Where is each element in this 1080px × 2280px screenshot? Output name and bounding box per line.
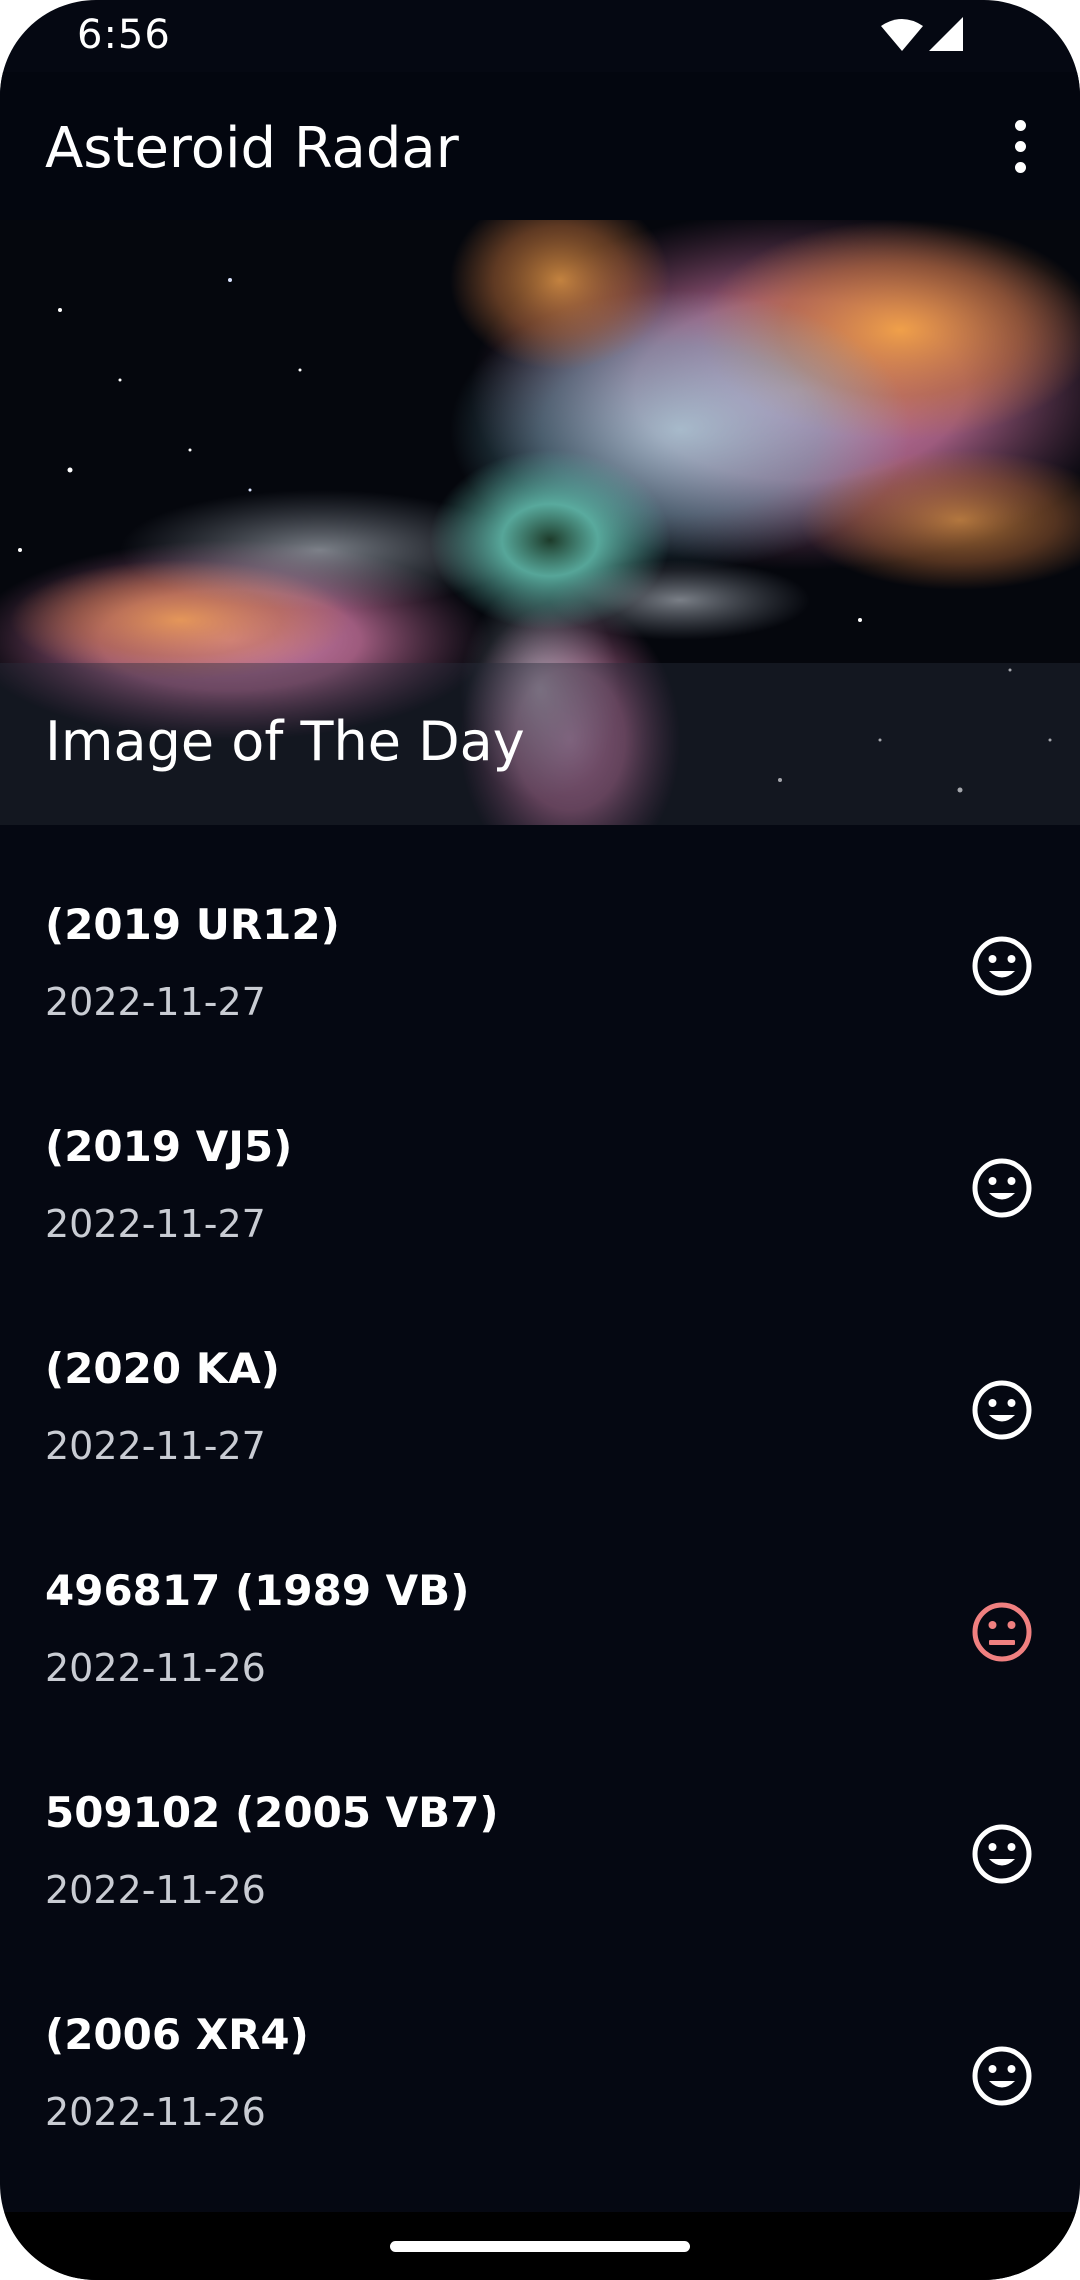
app-title: Asteroid Radar (45, 116, 459, 181)
more-vert-icon[interactable] (990, 112, 1050, 180)
asteroid-name: (2019 VJ5) (45, 1122, 293, 1171)
asteroid-list[interactable]: (2019 UR12) 2022-11-27 (2019 VJ5) 2022-1… (0, 850, 1080, 2182)
asteroid-close-approach-date: 2022-11-26 (45, 1646, 266, 1690)
asteroid-list-item[interactable]: (2006 XR4) 2022-11-26 (0, 1960, 1080, 2182)
asteroid-name: (2019 UR12) (45, 900, 340, 949)
signal-icon (929, 17, 963, 51)
status-bar: 6:56 (0, 0, 1080, 72)
happy-face-icon (972, 936, 1032, 996)
asteroid-name: 509102 (2005 VB7) (45, 1788, 499, 1837)
device-screen: 6:56 Asteroid Radar Image of The Day (20… (0, 0, 1080, 2280)
happy-face-icon (972, 1158, 1032, 1218)
asteroid-close-approach-date: 2022-11-26 (45, 2090, 266, 2134)
neutral-face-icon (972, 1602, 1032, 1662)
asteroid-name: 496817 (1989 VB) (45, 1566, 470, 1615)
happy-face-icon (972, 1380, 1032, 1440)
home-indicator[interactable] (390, 2241, 690, 2252)
asteroid-close-approach-date: 2022-11-26 (45, 1868, 266, 1912)
asteroid-name: (2020 KA) (45, 1344, 280, 1393)
asteroid-list-item[interactable]: (2019 VJ5) 2022-11-27 (0, 1072, 1080, 1294)
asteroid-list-item[interactable]: (2019 UR12) 2022-11-27 (0, 850, 1080, 1072)
wifi-icon (881, 19, 923, 51)
asteroid-list-item[interactable]: (2020 KA) 2022-11-27 (0, 1294, 1080, 1516)
happy-face-icon (972, 2046, 1032, 2106)
image-of-the-day-title: Image of The Day (45, 710, 525, 773)
image-of-the-day[interactable]: Image of The Day (0, 220, 1080, 825)
asteroid-list-item[interactable]: 509102 (2005 VB7) 2022-11-26 (0, 1738, 1080, 1960)
asteroid-close-approach-date: 2022-11-27 (45, 980, 266, 1024)
asteroid-list-item[interactable]: 496817 (1989 VB) 2022-11-26 (0, 1516, 1080, 1738)
happy-face-icon (972, 1824, 1032, 1884)
asteroid-close-approach-date: 2022-11-27 (45, 1202, 266, 1246)
asteroid-close-approach-date: 2022-11-27 (45, 1424, 266, 1468)
app-bar: Asteroid Radar (0, 72, 1080, 220)
asteroid-name: (2006 XR4) (45, 2010, 309, 2059)
status-time: 6:56 (77, 12, 171, 58)
